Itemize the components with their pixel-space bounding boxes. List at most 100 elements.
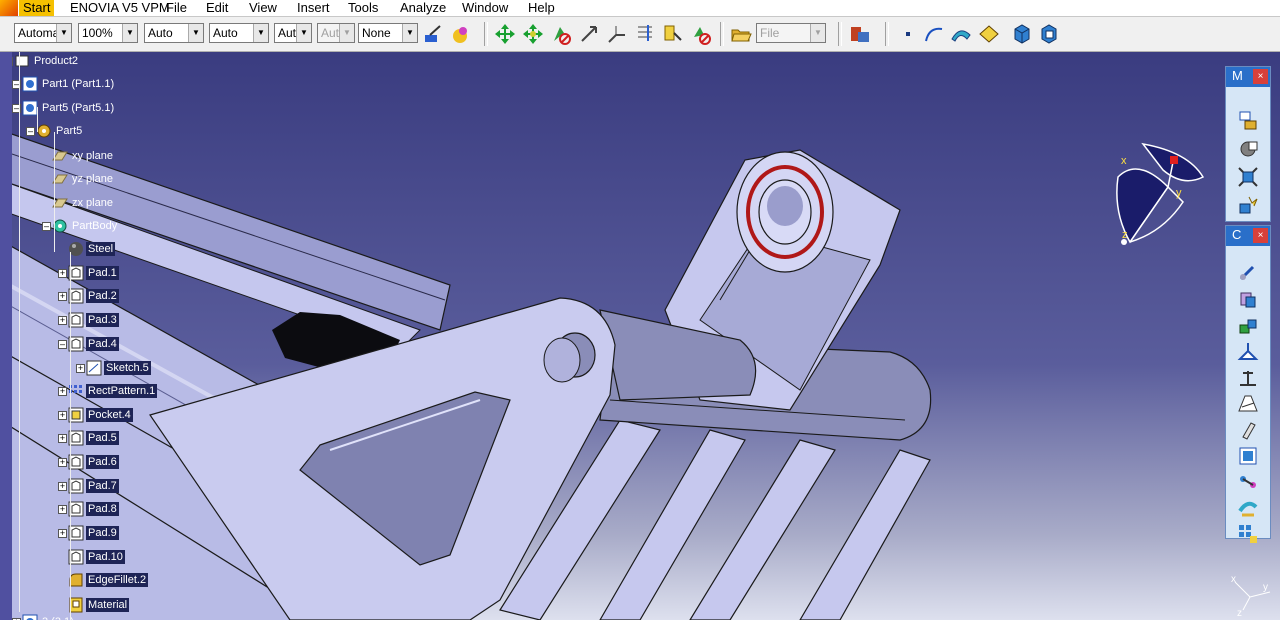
menu-tools[interactable]: Tools [348,0,378,16]
dot-icon[interactable] [896,22,920,46]
quick-constraint-icon[interactable] [1236,444,1260,468]
transparency-combo[interactable]: 100% ▼ [78,23,138,43]
cube-icon[interactable] [1010,22,1034,46]
axis-icon[interactable] [605,22,629,46]
expand-toggle[interactable]: + [58,434,67,443]
coincidence-icon[interactable] [1236,288,1260,312]
graphic-properties-toolbar: Automa ▼ 100% ▼ Auto ▼ Auto ▼ Aut ▼ Aut ▼ None… [0,17,1280,52]
assembly-constraint-icon[interactable] [1236,262,1260,286]
no-update-icon[interactable] [689,22,713,46]
arc-icon[interactable] [922,22,946,46]
tree-node-pad-10[interactable]: Pad.10 [68,548,125,566]
tree-node-material[interactable]: Material [68,596,130,614]
menu-start[interactable]: Start [19,0,55,16]
collapse-toggle[interactable]: – [58,340,67,349]
tree-scrollbar[interactable] [0,52,12,620]
tree-node-pad-6[interactable]: Pad.6 [68,453,119,471]
palette-m-title[interactable]: M [1232,68,1243,83]
tree-node-pad-9[interactable]: Pad.9 [68,524,119,542]
point-type-combo[interactable]: Aut ▼ [274,23,312,43]
layer-none-combo[interactable]: None ▼ [358,23,418,43]
expand-toggle[interactable]: + [58,269,67,278]
collapse-toggle[interactable]: – [42,222,51,231]
lineweight-combo[interactable]: Auto ▼ [209,23,269,43]
expand-toggle[interactable]: + [58,387,67,396]
tree-node-pad-8[interactable]: Pad.8 [68,500,119,518]
measure-icon[interactable] [577,22,601,46]
menu-analyze[interactable]: Analyze [400,0,446,16]
expand-toggle[interactable]: + [76,364,85,373]
color-icon[interactable] [449,22,473,46]
tree-node-partbody[interactable]: PartBody [52,217,119,235]
surface-icon[interactable] [949,22,973,46]
linetype-combo[interactable]: Auto ▼ [144,23,204,43]
menu-enovia[interactable]: ENOVIA V5 VPM [70,0,170,16]
fix-together-icon[interactable] [1236,418,1260,442]
menu-help[interactable]: Help [528,0,555,16]
tree-node-pad-7[interactable]: Pad.7 [68,477,119,495]
tree-node-steel[interactable]: Steel [68,240,116,258]
menu-bar: Start ENOVIA V5 VPM File Edit View Inser… [0,0,1280,17]
menu-edit[interactable]: Edit [206,0,228,16]
palette-c-close-button[interactable]: × [1253,228,1268,243]
tree-node-pad-4[interactable]: Pad.4 [68,335,119,353]
ruler-icon[interactable] [633,22,657,46]
palette-c-title[interactable]: C [1232,227,1241,242]
tree-node-xy-plane[interactable]: xy plane [52,147,115,165]
constraints-palette: C × [1225,225,1271,543]
snap-icon[interactable] [521,22,545,46]
tree-node-edgefillet-2[interactable]: EdgeFillet.2 [68,571,149,589]
tree-node-label: Pocket.4 [86,408,133,422]
menu-insert[interactable]: Insert [297,0,330,16]
paintbrush-icon[interactable] [421,22,445,46]
fit-all-icon[interactable] [1236,165,1260,189]
tree-connector-line [70,252,71,620]
flexible-icon[interactable] [1236,470,1260,494]
product-structure-icon[interactable] [1236,109,1260,133]
expand-toggle[interactable]: + [58,482,67,491]
3d-viewport[interactable]: Product2 – Part1 (Part1.1) – Part5 (Part5.1)… [0,52,1280,620]
insert-component-icon[interactable] [1236,137,1260,161]
compass-widget[interactable]: x y z [1108,132,1208,247]
tree-node-pocket-4[interactable]: Pocket.4 [68,406,133,424]
reuse-pattern-icon[interactable] [1236,522,1260,546]
expand-toggle[interactable]: + [58,316,67,325]
open-folder-icon[interactable] [729,22,753,46]
explode-icon[interactable] [1236,193,1260,217]
fix-icon[interactable] [1236,392,1260,416]
cube-select-icon[interactable] [1037,22,1061,46]
expand-toggle[interactable]: + [58,411,67,420]
tree-node-sketch-5[interactable]: Sketch.5 [86,359,151,377]
color-combo[interactable]: Automa ▼ [14,23,72,43]
catalog-icon[interactable] [848,22,872,46]
expand-toggle[interactable]: + [58,458,67,467]
tree-node-pad-5[interactable]: Pad.5 [68,429,119,447]
expand-toggle[interactable]: + [58,505,67,514]
tree-node-label: zx plane [72,197,113,209]
offset-icon[interactable] [1236,340,1260,364]
expand-toggle[interactable]: + [58,292,67,301]
tree-node-zx-plane[interactable]: zx plane [52,194,115,212]
tree-node-part1-part1-1[interactable]: Part1 (Part1.1) [22,75,116,93]
tree-node-3-3-1[interactable]: 3 (3.1) [22,613,76,620]
properties-icon[interactable] [661,22,685,46]
move-compass-icon[interactable] [493,22,517,46]
menu-view[interactable]: View [249,0,277,16]
plane-tool-icon[interactable] [977,22,1001,46]
palette-m-close-button[interactable]: × [1253,69,1268,84]
contact-icon[interactable] [1236,314,1260,338]
angle-icon[interactable] [1236,366,1260,390]
menu-window[interactable]: Window [462,0,508,16]
tree-node-part5[interactable]: Part5 [36,122,84,140]
tree-node-pad-1[interactable]: Pad.1 [68,264,119,282]
menu-file[interactable]: File [166,0,187,16]
tree-node-pad-2[interactable]: Pad.2 [68,287,119,305]
collapse-toggle[interactable]: – [26,127,35,136]
tree-node-rectpattern-1[interactable]: RectPattern.1 [68,382,158,400]
no-show-icon[interactable] [549,22,573,46]
expand-toggle[interactable]: + [58,529,67,538]
tree-node-pad-3[interactable]: Pad.3 [68,311,119,329]
tree-node-product2[interactable]: Product2 [14,52,80,70]
tree-node-yz-plane[interactable]: yz plane [52,170,115,188]
change-constraint-icon[interactable] [1236,496,1260,520]
